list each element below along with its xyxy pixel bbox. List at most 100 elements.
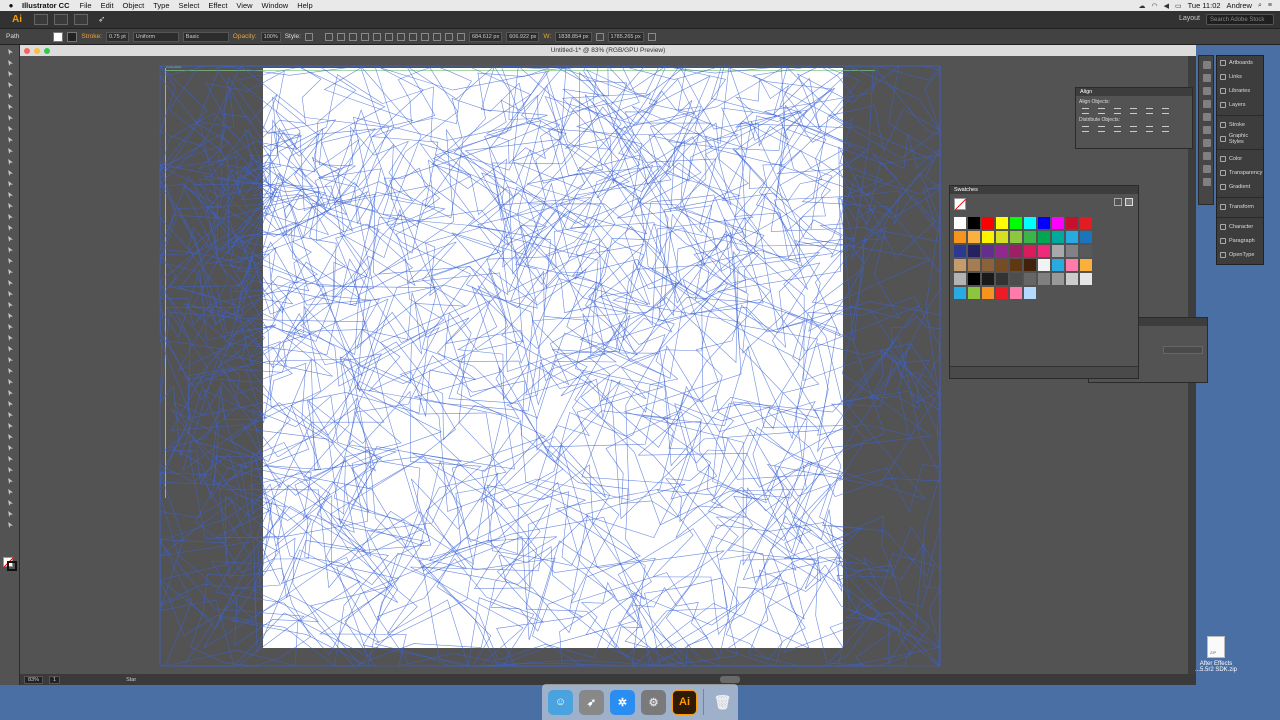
distribute-icon[interactable] (420, 32, 429, 41)
status-text[interactable]: Star (126, 677, 136, 683)
panel-icon[interactable] (1203, 139, 1211, 147)
tool-icon[interactable] (4, 92, 16, 100)
star-path[interactable] (436, 449, 652, 661)
spotlight-icon[interactable]: ⌕ (1258, 2, 1262, 10)
tool-icon[interactable] (4, 191, 16, 199)
close-window-icon[interactable] (24, 48, 30, 54)
color-swatch[interactable] (1051, 216, 1065, 230)
star-path[interactable] (198, 163, 287, 251)
menu-object[interactable]: Object (123, 1, 145, 10)
y-field[interactable]: 606.922 px (506, 31, 540, 42)
star-path[interactable] (421, 192, 609, 405)
menu-select[interactable]: Select (179, 1, 200, 10)
workspace-switcher[interactable]: Layout (1179, 15, 1200, 22)
dock-character[interactable]: Character (1217, 220, 1263, 234)
tool-icon[interactable] (4, 378, 16, 386)
align-center-icon[interactable] (348, 32, 357, 41)
tool-icon[interactable] (4, 224, 16, 232)
tool-icon[interactable] (4, 345, 16, 353)
align-horizontal-center-icon[interactable] (1098, 108, 1105, 114)
recolor-artwork-icon[interactable] (324, 32, 333, 41)
star-path[interactable] (350, 355, 564, 572)
star-path[interactable] (738, 115, 941, 396)
color-swatch[interactable] (967, 258, 981, 272)
stock-button[interactable] (54, 14, 68, 25)
color-swatch[interactable] (1037, 244, 1051, 258)
tool-icon[interactable] (4, 70, 16, 78)
star-path[interactable] (580, 581, 643, 649)
star-path[interactable] (219, 258, 546, 589)
color-swatch[interactable] (1023, 286, 1037, 300)
distribute-icon[interactable] (408, 32, 417, 41)
minimize-window-icon[interactable] (34, 48, 40, 54)
distribute-left-icon[interactable] (1130, 126, 1137, 132)
dock-layers[interactable]: Layers (1217, 98, 1263, 112)
variable-width-profile[interactable]: Uniform (132, 31, 179, 42)
color-swatch[interactable] (995, 272, 1009, 286)
fill-stroke-preview[interactable] (954, 198, 966, 210)
tool-icon[interactable] (4, 48, 16, 56)
color-swatch[interactable] (995, 286, 1009, 300)
trash-icon[interactable]: 🗑 (710, 690, 735, 715)
tool-icon[interactable] (4, 433, 16, 441)
width-field[interactable]: 1838.854 px (555, 31, 592, 42)
star-path[interactable] (819, 199, 888, 265)
panel-icon[interactable] (1203, 178, 1211, 186)
star-path[interactable] (159, 65, 414, 254)
cloud-icon[interactable]: ☁ (1138, 2, 1145, 10)
star-path[interactable] (205, 70, 298, 163)
tool-icon[interactable] (4, 180, 16, 188)
color-swatch[interactable] (967, 286, 981, 300)
transform-options-icon[interactable] (647, 32, 656, 41)
tool-icon[interactable] (4, 103, 16, 111)
star-path[interactable] (303, 353, 507, 549)
color-swatch[interactable] (1051, 230, 1065, 244)
star-path[interactable] (670, 403, 771, 504)
tool-icon[interactable] (4, 136, 16, 144)
star-path[interactable] (776, 65, 941, 225)
notification-icon[interactable]: ≡ (1268, 2, 1272, 9)
clock[interactable]: Tue 11:02 (1188, 1, 1221, 10)
star-path[interactable] (811, 189, 941, 360)
horizontal-scroll-thumb[interactable] (720, 676, 740, 683)
color-swatch[interactable] (981, 258, 995, 272)
color-swatch[interactable] (953, 244, 967, 258)
distribute-bottom-icon[interactable] (1114, 126, 1121, 132)
star-path[interactable] (414, 281, 664, 503)
tool-icon[interactable] (4, 488, 16, 496)
gpu-performance-icon[interactable]: ➶ (98, 14, 106, 25)
tool-icon[interactable] (4, 169, 16, 177)
stroke-swatch[interactable] (67, 31, 78, 42)
color-swatch[interactable] (1023, 272, 1037, 286)
color-swatch[interactable] (1037, 230, 1051, 244)
color-swatch[interactable] (1009, 286, 1023, 300)
tool-icon[interactable] (4, 268, 16, 276)
star-path[interactable] (725, 558, 899, 667)
color-swatch[interactable] (1009, 258, 1023, 272)
tool-icon[interactable] (4, 279, 16, 287)
color-swatch[interactable] (1037, 258, 1051, 272)
star-path[interactable] (162, 386, 259, 485)
star-path[interactable] (544, 345, 843, 659)
stroke-label[interactable]: Stroke: (81, 33, 102, 40)
align-right-icon[interactable] (360, 32, 369, 41)
desktop-zip-file[interactable]: After Effects ...5.5r2 SDK.zip (1194, 636, 1238, 688)
fill-stroke-control[interactable] (3, 557, 17, 571)
color-swatch[interactable] (995, 244, 1009, 258)
distribute-right-icon[interactable] (1162, 126, 1169, 132)
list-view-icon[interactable] (1114, 198, 1122, 206)
color-swatch[interactable] (1051, 258, 1065, 272)
tool-icon[interactable] (4, 510, 16, 518)
color-swatch[interactable] (1009, 230, 1023, 244)
star-path[interactable] (411, 366, 686, 641)
artboard-navigation[interactable]: 1 (49, 675, 61, 684)
distribute-top-icon[interactable] (1082, 126, 1089, 132)
color-swatch[interactable] (1023, 244, 1037, 258)
menu-edit[interactable]: Edit (101, 1, 114, 10)
star-path[interactable] (242, 306, 462, 525)
color-swatch[interactable] (1051, 244, 1065, 258)
align-top-icon[interactable] (372, 32, 381, 41)
panel-icon[interactable] (1203, 74, 1211, 82)
color-swatch[interactable] (995, 258, 1009, 272)
align-top-edge-icon[interactable] (1130, 108, 1137, 114)
